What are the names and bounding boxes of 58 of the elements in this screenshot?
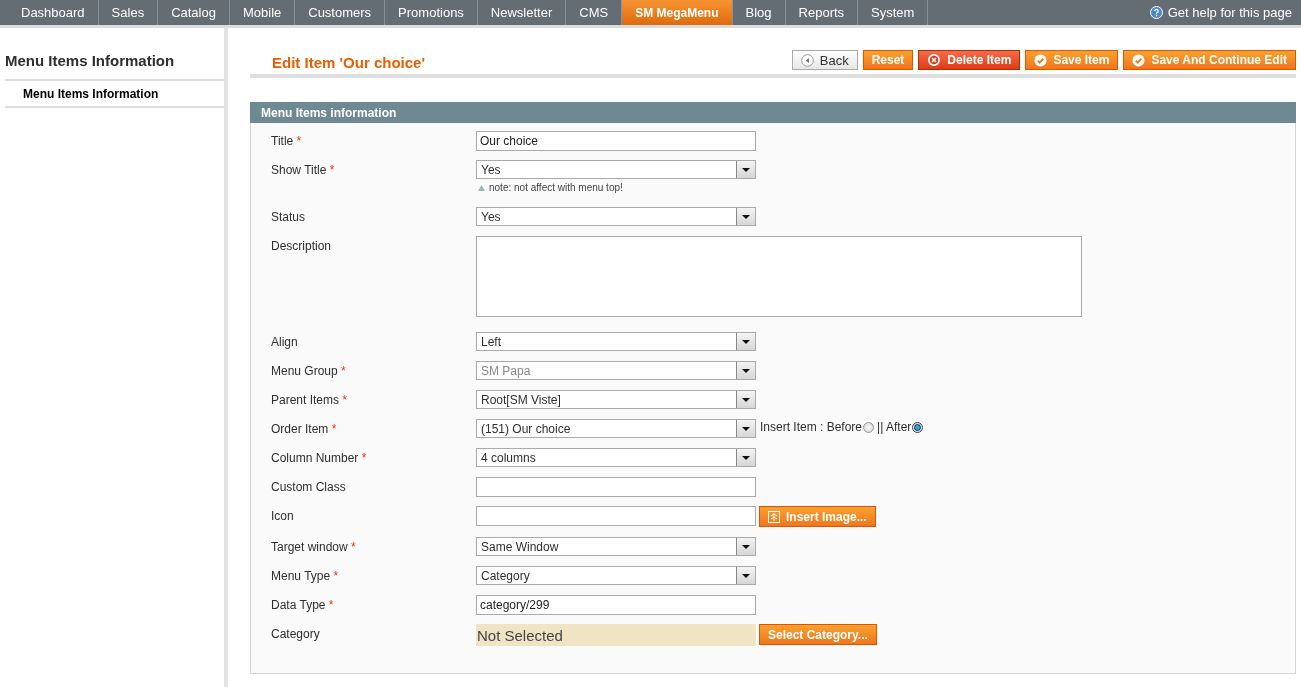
radio-label: || After <box>877 420 912 434</box>
help-icon[interactable] <box>1149 6 1163 19</box>
dropdown[interactable]: Same Window <box>476 537 756 556</box>
field-note: note: not affect with menu top! <box>478 182 756 193</box>
field-label: Align <box>271 334 299 349</box>
field-label: Description <box>271 238 333 253</box>
field-label: Order Item * <box>271 421 338 436</box>
nav-tab[interactable]: Customers <box>295 0 386 25</box>
image-icon <box>768 510 780 523</box>
nav-tab[interactable]: Sales <box>98 0 159 25</box>
page-title: Edit Item 'Our choice' <box>272 54 425 72</box>
field-label: Menu Type * <box>271 568 340 583</box>
field-label: Column Number * <box>271 450 368 465</box>
back-button[interactable]: Back <box>791 50 858 70</box>
sidebar-title: Menu Items Information <box>5 50 224 81</box>
delete-button[interactable]: Delete Item <box>918 50 1021 70</box>
section-header: Menu Items information <box>250 102 1296 123</box>
text-field[interactable]: Our choice <box>476 131 756 151</box>
field-label: Parent Items * <box>271 392 349 407</box>
field-label: Show Title * <box>271 162 336 177</box>
checkmark-icon <box>1034 53 1048 67</box>
dropdown[interactable]: 4 columns <box>476 448 756 467</box>
dropdown[interactable]: Left <box>476 332 756 351</box>
field-label: Category <box>271 626 321 641</box>
dropdown[interactable]: Yes <box>476 207 756 226</box>
nav-tab[interactable]: System <box>858 0 929 25</box>
field-label: Icon <box>271 508 295 523</box>
checkmark-icon <box>1132 53 1146 67</box>
radio-button[interactable] <box>912 421 924 433</box>
radio-label: Insert Item : Before <box>760 420 863 434</box>
nav-tab[interactable]: Newsletter <box>477 0 567 25</box>
text-field[interactable] <box>476 477 756 497</box>
close-icon <box>927 53 942 67</box>
field-label: Status <box>271 209 307 224</box>
dropdown[interactable]: Yes <box>476 160 756 179</box>
sidebar-item[interactable]: Menu Items Information <box>5 81 224 108</box>
dropdown[interactable]: Root[SM Viste] <box>476 390 756 409</box>
field-label: Title * <box>271 133 303 148</box>
up-triangle-icon <box>478 184 485 191</box>
nav-tab[interactable]: SM MegaMenu <box>622 0 733 25</box>
text-field[interactable] <box>476 506 756 526</box>
field-label: Data Type * <box>271 597 335 612</box>
field-label: Target window * <box>271 539 357 554</box>
field-label: Custom Class <box>271 479 347 494</box>
selection-display: Not Selected <box>476 624 756 646</box>
nav-tab[interactable]: Mobile <box>229 0 296 25</box>
dropdown[interactable]: (151) Our choice <box>476 419 756 438</box>
field-label: Menu Group * <box>271 363 347 378</box>
nav-tab[interactable]: Blog <box>732 0 786 25</box>
nav-tab[interactable]: Reports <box>785 0 859 25</box>
text-field[interactable]: category/299 <box>476 595 756 615</box>
nav-tab[interactable]: Catalog <box>158 0 230 25</box>
description-field[interactable] <box>476 236 1082 317</box>
nav-tab[interactable]: Dashboard <box>8 0 99 25</box>
nav-tab[interactable]: Promotions <box>385 0 478 25</box>
help-link[interactable]: Get help for this page <box>1167 5 1292 20</box>
dropdown[interactable]: Category <box>476 566 756 585</box>
radio-button[interactable] <box>863 421 875 433</box>
